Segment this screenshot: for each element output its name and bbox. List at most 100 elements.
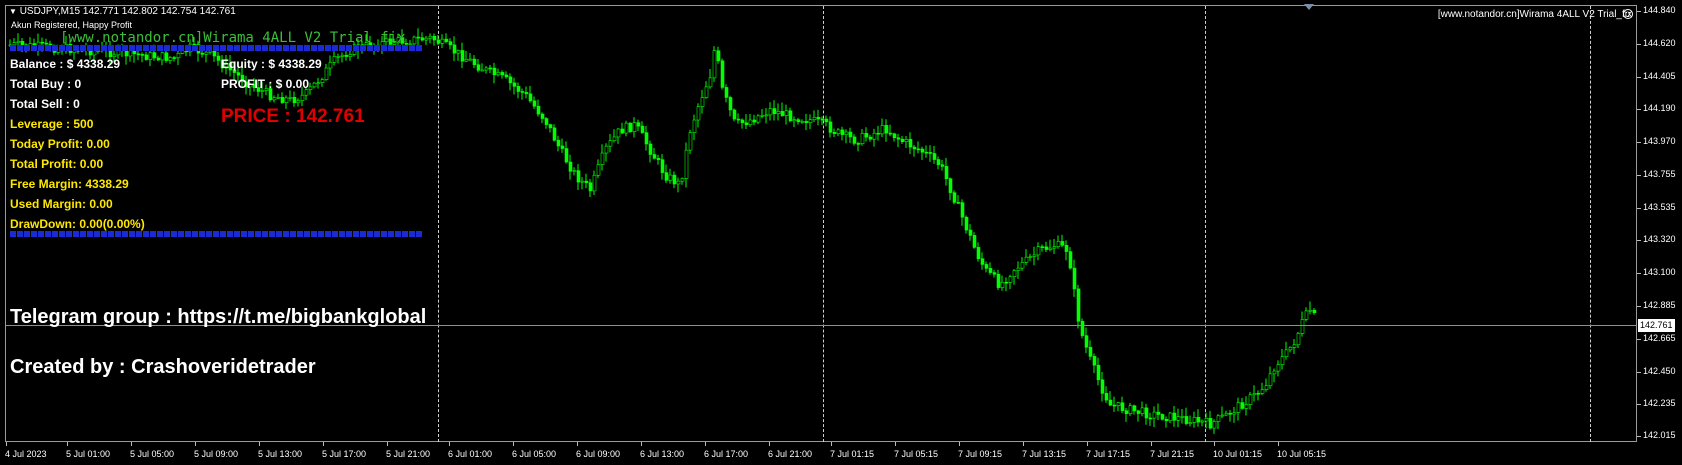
candle-body <box>160 52 165 61</box>
candle-body <box>684 149 689 179</box>
candle-body <box>796 119 801 123</box>
time-axis-label: 5 Jul 05:00 <box>130 449 175 459</box>
candle-body <box>1028 256 1033 258</box>
candle-body <box>876 132 881 135</box>
candle-body <box>840 129 845 135</box>
balance-label: Balance : $ 4338.29 <box>10 57 121 71</box>
free-margin-label: Free Margin: 4338.29 <box>10 177 129 191</box>
candle-body <box>92 50 97 56</box>
candle-body <box>916 148 921 151</box>
candle-body <box>340 54 345 57</box>
candle-body <box>600 152 605 165</box>
candle-body <box>1048 247 1053 250</box>
ea-status-line: Akun Registered, Happy Profit <box>11 20 133 30</box>
smiley-icon[interactable] <box>1623 9 1633 19</box>
candle-body <box>152 52 157 59</box>
candle-body <box>1288 347 1293 351</box>
candle-body <box>1112 404 1117 407</box>
candle-body <box>776 111 781 115</box>
candle-body <box>312 82 317 88</box>
candle-body <box>668 174 673 181</box>
price-axis-label: 144.840 <box>1643 5 1676 15</box>
candle-body <box>652 154 657 159</box>
candle-body <box>172 57 177 59</box>
candle-body <box>1152 411 1157 419</box>
used-margin-label: Used Margin: 0.00 <box>10 197 113 211</box>
candle-body <box>140 54 145 56</box>
panel-separator-top <box>10 45 422 51</box>
candle-body <box>1144 407 1149 419</box>
candle-body <box>1236 402 1241 413</box>
candle-body <box>772 108 777 115</box>
candle-body <box>584 180 589 184</box>
candle-body <box>612 136 617 142</box>
candle-body <box>16 40 21 43</box>
candle-body <box>692 119 697 133</box>
candle-body <box>444 38 449 42</box>
symbol-header-text: USDJPY,M15 142.771 142.802 142.754 142.7… <box>19 6 236 17</box>
candle-body <box>880 125 885 135</box>
candle-body <box>752 119 757 123</box>
time-axis-label: 7 Jul 17:15 <box>1086 449 1131 459</box>
candle-body <box>1080 320 1085 336</box>
candle-body <box>732 109 737 120</box>
candle-body <box>440 38 445 44</box>
candle-body <box>936 159 941 166</box>
current-price-tag: 142.761 <box>1638 319 1675 332</box>
candle-body <box>144 54 149 60</box>
candle-body <box>420 37 425 41</box>
candle-body <box>696 106 701 121</box>
candle-body <box>484 67 489 71</box>
candle-body <box>788 110 793 122</box>
menu-triangle-icon[interactable]: ▼ <box>9 7 17 16</box>
candle-body <box>1052 246 1057 249</box>
candle-body <box>468 58 473 61</box>
candle-body <box>868 136 873 140</box>
candle-body <box>1180 416 1185 418</box>
price-tick <box>1637 273 1641 274</box>
candle-body <box>1260 389 1265 394</box>
total-sell-label: Total Sell : 0 <box>10 97 80 111</box>
candle-body <box>536 105 541 115</box>
candle-body <box>548 124 553 129</box>
price-axis-label: 143.970 <box>1643 136 1676 146</box>
candle-body <box>1140 407 1145 414</box>
candle-body <box>648 143 653 155</box>
candle-body <box>680 178 685 182</box>
price-tick <box>1637 77 1641 78</box>
candle-body <box>504 74 509 78</box>
candle-body <box>1100 379 1105 394</box>
candle-body <box>952 192 957 203</box>
price-tick <box>1637 44 1641 45</box>
candle-body <box>1264 385 1269 390</box>
symbol-header: ▼ USDJPY,M15 142.771 142.802 142.754 142… <box>9 6 236 17</box>
time-tick <box>959 442 960 446</box>
candle-body <box>532 100 537 107</box>
candle-body <box>700 97 705 107</box>
candle-body <box>1148 417 1153 420</box>
candle-body <box>740 119 745 124</box>
candle-body <box>1256 392 1261 395</box>
candle-body <box>1292 344 1297 348</box>
candle-body <box>324 67 329 80</box>
candle-body <box>1120 402 1125 412</box>
candle-body <box>712 50 717 79</box>
candle-body <box>592 174 597 192</box>
candle-body <box>836 129 841 134</box>
candle-body <box>284 97 289 103</box>
candle-body <box>892 133 897 139</box>
chart-shift-triangle-icon[interactable] <box>1304 4 1314 10</box>
time-tick <box>1087 442 1088 446</box>
candle-body <box>616 128 621 138</box>
candle-body <box>1096 364 1101 381</box>
candle-body <box>1104 393 1109 401</box>
time-axis-label: 6 Jul 17:00 <box>704 449 749 459</box>
price-axis[interactable]: 144.840 144.620 144.405 144.190 143.970 143.7… <box>1638 0 1682 465</box>
candle-body <box>672 174 677 185</box>
candle-body <box>832 132 837 134</box>
drawdown-label: DrawDown: 0.00(0.00%) <box>10 217 145 231</box>
candle-body <box>932 153 937 160</box>
time-tick <box>769 442 770 446</box>
candle-body <box>972 235 977 248</box>
candle-body <box>944 166 949 179</box>
